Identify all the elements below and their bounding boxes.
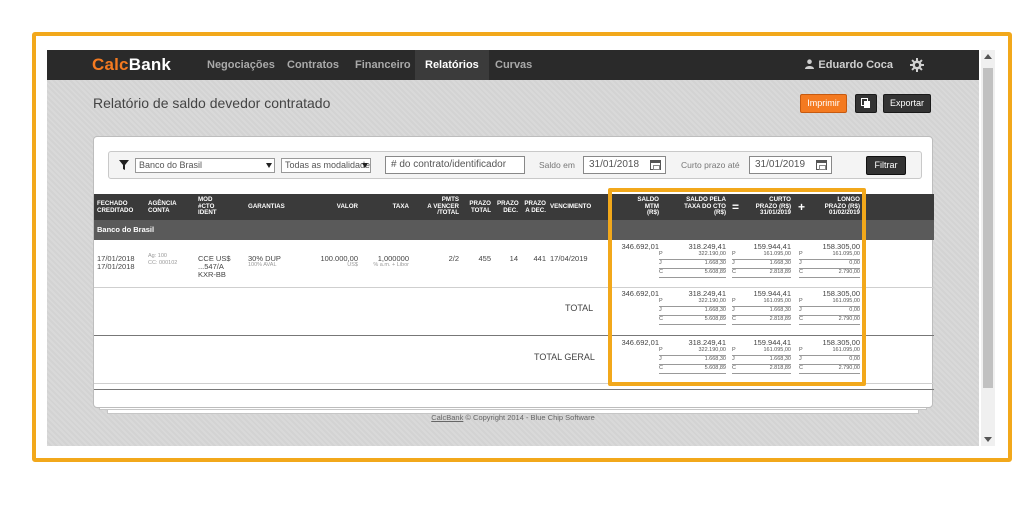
- cell-pmts: 2/2: [448, 254, 459, 263]
- balance-date-input[interactable]: 31/01/2018: [583, 156, 666, 174]
- scroll-thumb[interactable]: [983, 68, 993, 388]
- export-button[interactable]: Exportar: [883, 94, 931, 113]
- col-agencia[interactable]: AGÊNCIA CONTA: [148, 200, 177, 214]
- app-logo[interactable]: CalcBank: [92, 55, 171, 75]
- scroll-down-icon[interactable]: [984, 437, 992, 442]
- copy-button[interactable]: [855, 94, 877, 113]
- balance-date-label: Saldo em: [539, 160, 575, 170]
- col-mod[interactable]: MOD #CTO IDENT: [198, 196, 217, 217]
- cell-prazo-total: 455: [478, 254, 491, 263]
- cell-prazo-dec: 14: [509, 254, 518, 263]
- user-name: Eduardo Coca: [818, 59, 893, 71]
- footer-link[interactable]: CalcBank: [431, 413, 463, 422]
- chevron-down-icon: [362, 163, 368, 168]
- cell-garantias-sub: 100% AVAL: [248, 262, 277, 268]
- print-button[interactable]: Imprimir: [800, 94, 847, 113]
- group-label: Banco do Brasil: [97, 225, 155, 234]
- filter-bar: Banco do Brasil Todas as modalidades # d…: [108, 151, 922, 179]
- modality-select[interactable]: Todas as modalidades: [281, 158, 371, 173]
- col-garantias[interactable]: GARANTIAS: [248, 203, 285, 211]
- short-term-date-input[interactable]: 31/01/2019: [749, 156, 832, 174]
- footer: CalcBank © Copyright 2014 - Blue Chip So…: [431, 413, 595, 422]
- filter-icon: [119, 160, 129, 170]
- cell-valor-sub: US$: [347, 262, 358, 268]
- nav-relatorios[interactable]: Relatórios: [415, 50, 489, 80]
- nav-negociacoes[interactable]: Negociações: [197, 50, 285, 80]
- grand-total-label: TOTAL GERAL: [534, 352, 595, 362]
- calendar-icon[interactable]: [816, 160, 827, 170]
- copy-icon: [861, 98, 870, 108]
- col-fechado[interactable]: FECHADO CREDITADO: [97, 200, 133, 214]
- nav-contratos[interactable]: Contratos: [277, 50, 349, 80]
- total-label: TOTAL: [565, 303, 594, 313]
- col-prazo-dec[interactable]: PRAZO DEC.: [497, 200, 519, 214]
- user-icon: [805, 59, 815, 69]
- scrollbar[interactable]: [981, 50, 995, 446]
- nav-curvas[interactable]: Curvas: [485, 50, 542, 80]
- chevron-down-icon: [266, 163, 272, 168]
- cell-vencimento: 17/04/2019: [550, 254, 588, 263]
- cell-agencia: Ag: 100: [148, 253, 167, 259]
- top-navigation: CalcBank Negociações Contratos Financeir…: [47, 50, 979, 80]
- cell-conta: CC: 000102: [148, 260, 178, 266]
- calendar-icon[interactable]: [650, 160, 661, 170]
- cell-prazo-adec: 441: [533, 254, 546, 263]
- user-menu[interactable]: Eduardo Coca: [805, 50, 893, 80]
- gear-icon[interactable]: [910, 58, 924, 72]
- highlight-box: [608, 188, 866, 386]
- nav-financeiro[interactable]: Financeiro: [345, 50, 421, 80]
- short-term-label: Curto prazo até: [681, 160, 740, 170]
- cell-creditado: 17/01/2018: [97, 262, 135, 271]
- col-taxa[interactable]: TAXA: [384, 203, 409, 211]
- contract-search-input[interactable]: # do contrato/identificador: [385, 156, 525, 174]
- col-vencimento[interactable]: VENCIMENTO: [550, 203, 591, 211]
- col-prazo-total[interactable]: PRAZO TOTAL: [469, 200, 491, 214]
- cell-ident: KXR-BB: [198, 270, 226, 279]
- bank-select[interactable]: Banco do Brasil: [135, 158, 275, 173]
- col-valor[interactable]: VALOR: [324, 203, 358, 211]
- page-title: Relatório de saldo devedor contratado: [93, 95, 331, 111]
- scroll-up-icon[interactable]: [984, 54, 992, 59]
- cell-taxa-sub: % a.m. + Libor: [373, 262, 409, 268]
- col-prazo-adec[interactable]: PRAZO A DEC.: [522, 200, 546, 214]
- col-pmts[interactable]: PMTS A VENCER/TOTAL: [422, 196, 459, 217]
- filter-button[interactable]: Filtrar: [866, 156, 906, 175]
